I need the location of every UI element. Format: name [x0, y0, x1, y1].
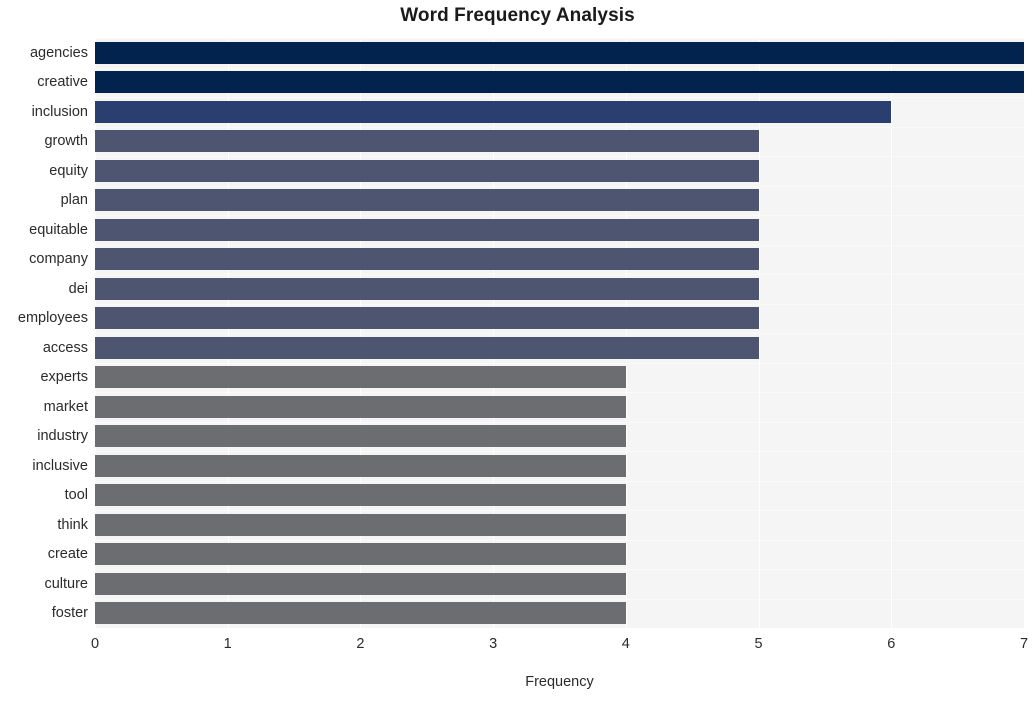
bar-think[interactable] — [95, 513, 626, 536]
y-tick-label-plan: plan — [60, 192, 88, 209]
bar-agencies[interactable] — [95, 41, 1024, 64]
bar-create[interactable] — [95, 543, 626, 566]
bar-company[interactable] — [95, 248, 759, 271]
bar-experts[interactable] — [95, 366, 626, 389]
bar-industry[interactable] — [95, 425, 626, 448]
x-tick-label-4: 4 — [621, 636, 630, 652]
word-frequency-chart: Word Frequency Analysis agencies creative… — [0, 0, 1035, 701]
y-tick-label-equitable: equitable — [29, 221, 88, 238]
y-tick-label-tool: tool — [64, 487, 88, 504]
plot-area — [95, 38, 1024, 628]
y-tick-label-experts: experts — [40, 369, 88, 386]
x-tick-label-1: 1 — [223, 636, 232, 652]
y-tick-label-think: think — [57, 516, 88, 533]
y-tick-label-culture: culture — [44, 575, 88, 592]
x-tick-label-2: 2 — [356, 636, 365, 652]
bar-access[interactable] — [95, 336, 759, 359]
bar-creative[interactable] — [95, 71, 1024, 94]
y-tick-label-dei: dei — [68, 280, 88, 297]
bar-tool[interactable] — [95, 484, 626, 507]
bar-equitable[interactable] — [95, 218, 759, 241]
x-tick-label-7: 7 — [1019, 636, 1029, 652]
chart-title: Word Frequency Analysis — [400, 5, 635, 26]
y-tick-label-employees: employees — [17, 310, 88, 327]
bar-inclusive[interactable] — [95, 454, 626, 477]
bar-market[interactable] — [95, 395, 626, 418]
bar-dei[interactable] — [95, 277, 759, 300]
y-tick-label-growth: growth — [44, 133, 88, 150]
x-tick-label-5: 5 — [754, 636, 763, 652]
bar-equity[interactable] — [95, 159, 759, 182]
bar-growth[interactable] — [95, 130, 759, 153]
bars-container — [95, 38, 1024, 628]
y-tick-label-inclusive: inclusive — [32, 457, 88, 474]
bar-culture[interactable] — [95, 572, 626, 595]
y-tick-label-industry: industry — [37, 428, 88, 445]
x-tick-label-3: 3 — [489, 636, 498, 652]
y-tick-label-create: create — [47, 546, 88, 563]
x-tick-label-6: 6 — [887, 636, 896, 652]
x-axis-tick-labels: 0 1 2 3 4 5 6 7 — [0, 634, 1035, 658]
x-axis-title: Frequency — [525, 674, 594, 690]
y-tick-label-equity: equity — [49, 162, 88, 179]
bar-plan[interactable] — [95, 189, 759, 212]
bar-employees[interactable] — [95, 307, 759, 330]
y-tick-label-inclusion: inclusion — [31, 103, 88, 120]
y-tick-label-company: company — [29, 251, 88, 268]
y-tick-label-foster: foster — [51, 605, 88, 622]
y-axis-labels: agencies creative inclusion growth equity pla… — [0, 38, 88, 628]
x-tick-label-0: 0 — [90, 636, 100, 652]
y-tick-label-access: access — [42, 339, 88, 356]
y-tick-label-market: market — [43, 398, 88, 415]
bar-foster[interactable] — [95, 602, 626, 625]
y-tick-label-agencies: agencies — [29, 44, 88, 61]
bar-inclusion[interactable] — [95, 100, 892, 123]
y-tick-label-creative: creative — [37, 74, 88, 91]
